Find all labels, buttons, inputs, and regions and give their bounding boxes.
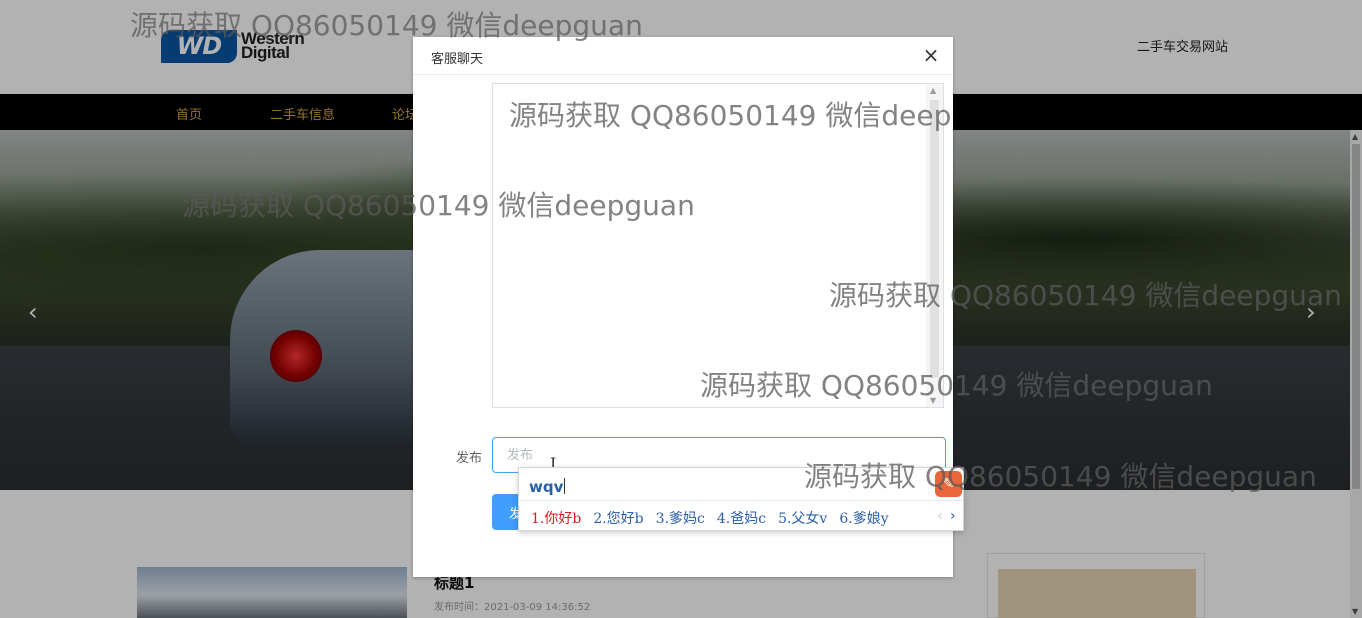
ime-composition: wqv — [529, 478, 564, 496]
ime-candidate[interactable]: 1.你好b — [531, 508, 581, 528]
ime-divider — [519, 500, 963, 501]
scroll-up-icon[interactable]: ▲ — [930, 86, 936, 95]
chat-scrollbar-thumb[interactable] — [930, 100, 939, 378]
ime-candidate[interactable]: 5.父女v — [778, 508, 827, 528]
ime-candidate[interactable]: 2.您好b — [593, 508, 643, 528]
close-icon[interactable]: × — [920, 44, 942, 66]
chat-scrollbar[interactable]: ▲ ▼ — [926, 84, 943, 407]
dialog-title: 客服聊天 — [431, 52, 484, 67]
publish-label: 发布 — [456, 451, 483, 466]
ime-next-page-icon[interactable]: › — [950, 508, 956, 524]
dialog-header: 客服聊天 × — [413, 37, 953, 75]
ime-logo-icon[interactable]: ✎ — [935, 471, 962, 497]
ime-candidate-window[interactable]: wqv ✎ 1.你好b 2.您好b 3.爹妈c 4.爸妈c 5.父女v 6.爹娘… — [518, 467, 964, 531]
ime-candidate[interactable]: 6.爹娘y — [839, 508, 888, 528]
ime-prev-page-icon[interactable]: ‹ — [937, 508, 943, 524]
scroll-down-icon[interactable]: ▼ — [930, 396, 936, 405]
ime-candidates: 1.你好b 2.您好b 3.爹妈c 4.爸妈c 5.父女v 6.爹娘y — [531, 508, 889, 528]
chat-messages[interactable]: ▲ ▼ — [492, 83, 944, 408]
ime-candidate[interactable]: 3.爹妈c — [656, 508, 705, 528]
ime-candidate[interactable]: 4.爸妈c — [717, 508, 766, 528]
